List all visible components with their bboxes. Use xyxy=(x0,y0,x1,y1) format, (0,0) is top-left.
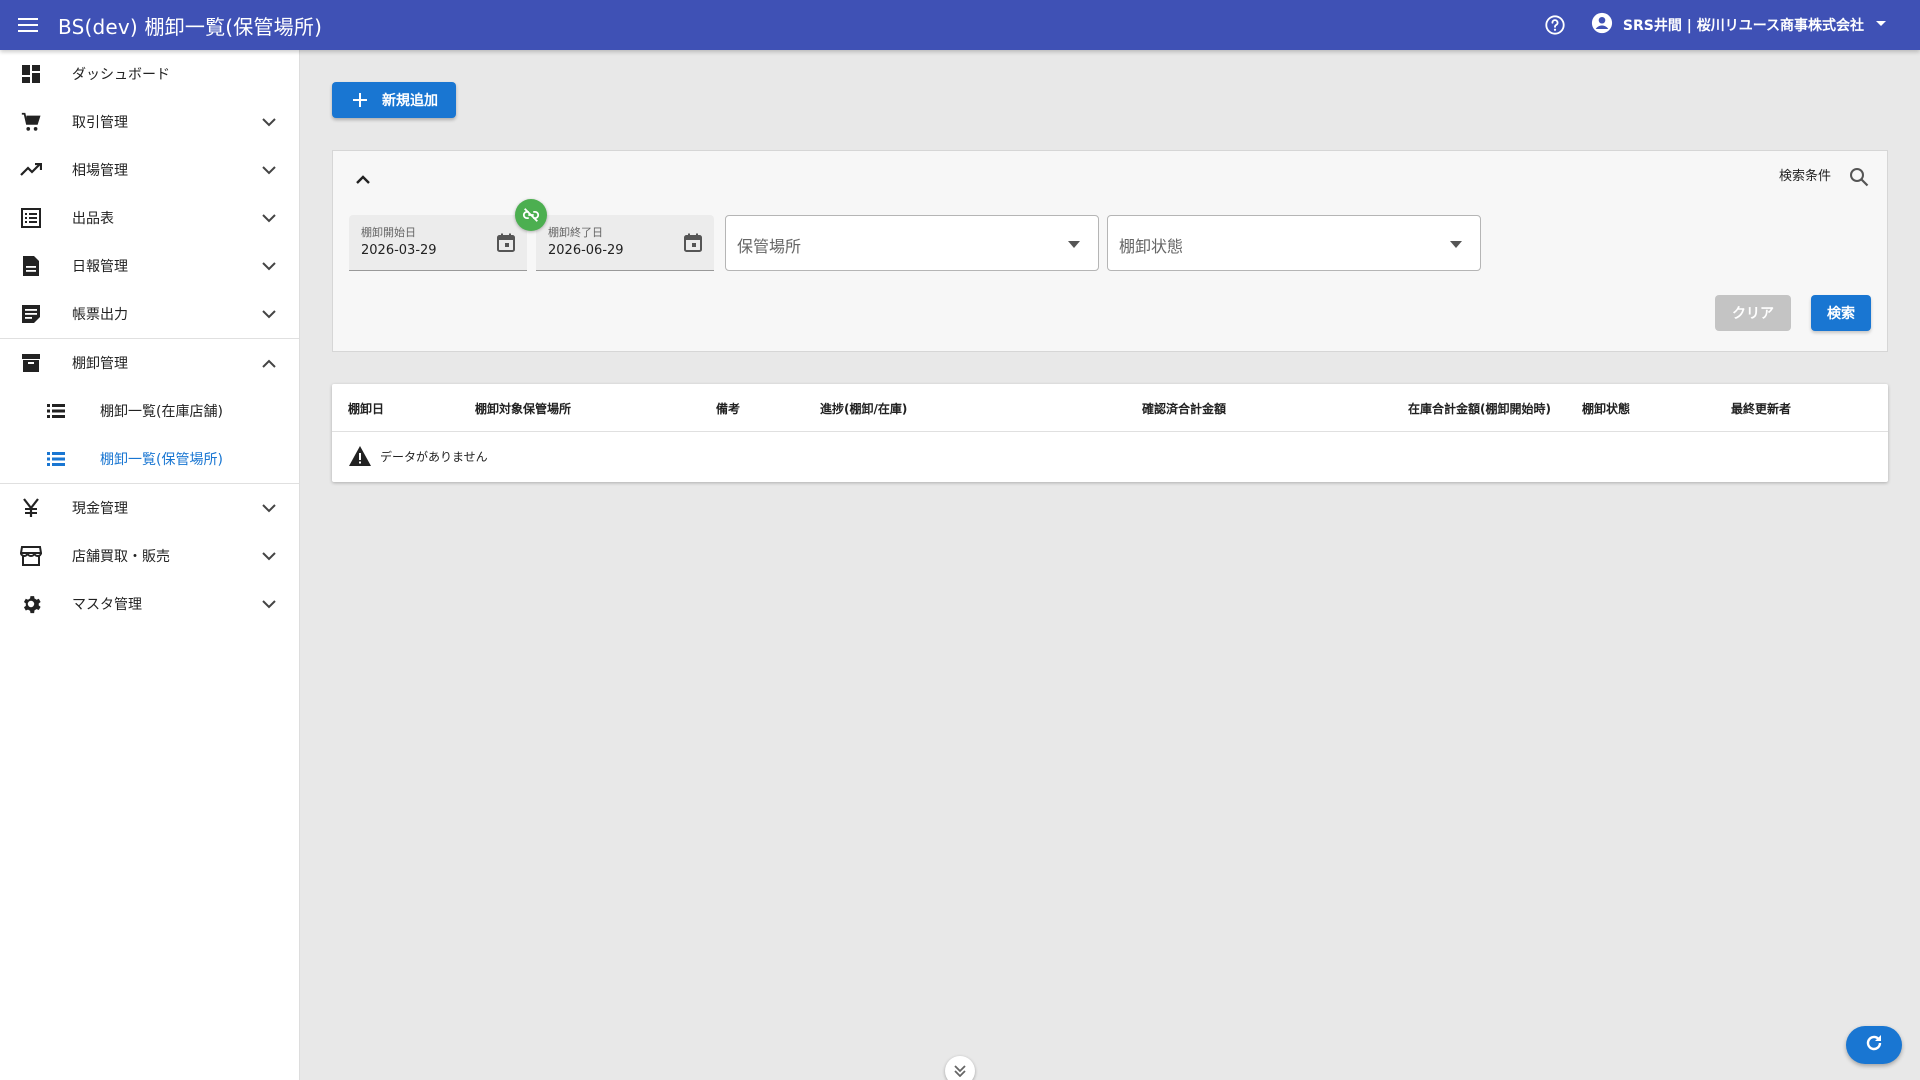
caret-down-icon xyxy=(1062,232,1086,256)
start-date-field[interactable]: 棚卸開始日 2026-03-29 xyxy=(349,215,527,271)
user-name: SRS井間 | 桜川リユース商事株式会社 xyxy=(1622,18,1864,34)
chevron-up-icon[interactable] xyxy=(351,167,375,191)
status-select-placeholder: 棚卸状態 xyxy=(1119,237,1184,256)
refresh-button[interactable] xyxy=(1846,1026,1902,1064)
sidebar-subitem-label: 棚卸一覧(保管場所) xyxy=(100,452,223,468)
document-icon xyxy=(16,254,46,278)
sidebar-subitem-inventory-location[interactable]: 棚卸一覧(保管場所) xyxy=(0,435,299,483)
column-header[interactable]: 棚卸対象保管場所 xyxy=(475,400,571,417)
calendar-icon[interactable] xyxy=(682,232,704,254)
sidebar: ダッシュボード 取引管理 相場管理 出品表 日報管理 帳票出力 棚卸管理 棚卸一… xyxy=(0,50,300,1080)
sidebar-item-transactions[interactable]: 取引管理 xyxy=(0,98,299,146)
sidebar-subitem-label: 棚卸一覧(在庫店舗) xyxy=(100,404,223,420)
menu-icon[interactable] xyxy=(0,0,58,50)
add-new-label: 新規追加 xyxy=(382,93,438,109)
scroll-down-button[interactable] xyxy=(945,1056,975,1080)
add-new-button[interactable]: 新規追加 xyxy=(332,82,456,118)
sidebar-item-dashboard[interactable]: ダッシュボード xyxy=(0,50,299,98)
sidebar-item-label: ダッシュボード xyxy=(72,67,170,83)
chevron-down-icon xyxy=(257,158,281,182)
clear-button[interactable]: クリア xyxy=(1715,295,1791,331)
column-header[interactable]: 棚卸日 xyxy=(348,400,384,417)
chevron-down-icon xyxy=(257,496,281,520)
chevron-down-icon xyxy=(257,302,281,326)
end-date-label: 棚卸終了日 xyxy=(548,226,603,239)
chevron-down-icon xyxy=(257,592,281,616)
caret-down-icon xyxy=(1874,16,1888,35)
store-icon xyxy=(16,544,46,568)
sidebar-item-cash[interactable]: 現金管理 xyxy=(0,484,299,532)
end-date-value: 2026-06-29 xyxy=(548,243,624,258)
cart-icon xyxy=(16,110,46,134)
sidebar-item-label: 相場管理 xyxy=(72,163,128,179)
sidebar-item-reports[interactable]: 帳票出力 xyxy=(0,290,299,338)
chevron-down-icon xyxy=(257,206,281,230)
search-icon[interactable] xyxy=(1847,165,1871,189)
trending-up-icon xyxy=(16,158,46,182)
column-header[interactable]: 在庫合計金額(棚卸開始時) xyxy=(1408,400,1551,417)
column-header[interactable]: 確認済合計金額 xyxy=(1142,400,1226,417)
sidebar-item-label: 店舗買取・販売 xyxy=(72,549,170,565)
warning-icon xyxy=(348,444,372,468)
search-button[interactable]: 検索 xyxy=(1811,295,1871,331)
sidebar-item-master[interactable]: マスタ管理 xyxy=(0,580,299,628)
start-date-label: 棚卸開始日 xyxy=(361,226,416,239)
account-icon xyxy=(1591,12,1613,38)
sidebar-item-label: 出品表 xyxy=(72,211,114,227)
dashboard-icon xyxy=(16,62,46,86)
end-date-field[interactable]: 棚卸終了日 2026-06-29 xyxy=(536,215,714,271)
start-date-value: 2026-03-29 xyxy=(361,243,437,258)
list-icon xyxy=(44,452,68,466)
column-header[interactable]: 棚卸状態 xyxy=(1582,400,1630,417)
sidebar-item-daily-report[interactable]: 日報管理 xyxy=(0,242,299,290)
sidebar-item-label: 棚卸管理 xyxy=(72,356,128,372)
column-header[interactable]: 備考 xyxy=(716,400,740,417)
sidebar-item-label: 取引管理 xyxy=(72,115,128,131)
chevron-double-down-icon xyxy=(954,1062,966,1080)
list-alt-icon xyxy=(16,206,46,230)
empty-message: データがありません xyxy=(380,449,488,464)
sidebar-item-label: 帳票出力 xyxy=(72,307,128,323)
link-off-icon[interactable] xyxy=(515,199,547,231)
plus-icon xyxy=(348,93,372,107)
archive-icon xyxy=(16,351,46,375)
sidebar-item-market[interactable]: 相場管理 xyxy=(0,146,299,194)
sidebar-item-store[interactable]: 店舗買取・販売 xyxy=(0,532,299,580)
search-panel-title: 検索条件 xyxy=(1778,169,1831,184)
chevron-down-icon xyxy=(257,110,281,134)
chevron-down-icon xyxy=(257,544,281,568)
sidebar-item-label: マスタ管理 xyxy=(72,597,142,613)
gear-icon xyxy=(16,592,46,616)
app-bar: BS(dev) 棚卸一覧(保管場所) SRS井間 | 桜川リユース商事株式会社 xyxy=(0,0,1920,50)
column-header[interactable]: 進捗(棚卸/在庫) xyxy=(820,400,907,417)
status-select[interactable]: 棚卸状態 xyxy=(1107,215,1481,271)
list-icon xyxy=(44,404,68,418)
note-icon xyxy=(16,302,46,326)
table-header: 棚卸日 棚卸対象保管場所 備考 進捗(棚卸/在庫) 確認済合計金額 在庫合計金額… xyxy=(332,384,1888,432)
location-select-placeholder: 保管場所 xyxy=(737,237,802,256)
sidebar-item-label: 現金管理 xyxy=(72,501,128,517)
page-title: BS(dev) 棚卸一覧(保管場所) xyxy=(58,14,323,39)
user-menu[interactable]: SRS井間 | 桜川リユース商事株式会社 xyxy=(1591,12,1888,38)
yen-icon xyxy=(16,496,46,520)
chevron-down-icon xyxy=(257,254,281,278)
sidebar-subitem-inventory-store[interactable]: 棚卸一覧(在庫店舗) xyxy=(0,387,299,435)
results-table: 棚卸日 棚卸対象保管場所 備考 進捗(棚卸/在庫) 確認済合計金額 在庫合計金額… xyxy=(332,384,1888,482)
chevron-up-icon xyxy=(257,351,281,375)
sidebar-item-listing[interactable]: 出品表 xyxy=(0,194,299,242)
sidebar-item-label: 日報管理 xyxy=(72,259,128,275)
sidebar-item-inventory[interactable]: 棚卸管理 xyxy=(0,339,299,387)
caret-down-icon xyxy=(1444,232,1468,256)
search-panel: 検索条件 棚卸開始日 2026-03-29 棚卸終了日 2026-06-29 保… xyxy=(332,150,1888,352)
column-header[interactable]: 最終更新者 xyxy=(1731,400,1791,417)
help-icon[interactable] xyxy=(1543,13,1567,37)
calendar-icon[interactable] xyxy=(495,232,517,254)
empty-state: データがありません xyxy=(348,444,488,468)
location-select[interactable]: 保管場所 xyxy=(725,215,1099,271)
refresh-icon xyxy=(1864,1033,1884,1057)
